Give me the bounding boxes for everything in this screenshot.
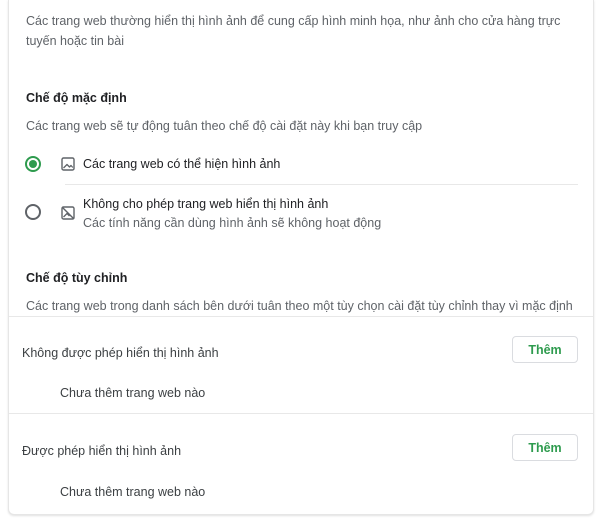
radio-button-unselected[interactable] bbox=[25, 204, 41, 220]
option-block-images-sublabel: Các tính năng cần dùng hình ảnh sẽ không… bbox=[83, 216, 382, 230]
radio-option-block-images[interactable]: Không cho phép trang web hiển thị hình ả… bbox=[25, 196, 577, 232]
custom-mode-subtitle: Các trang web trong danh sách bên dưới t… bbox=[26, 299, 573, 313]
add-allowed-site-button[interactable]: Thêm bbox=[512, 434, 578, 461]
default-mode-subtitle: Các trang web sẽ tự động tuân theo chế đ… bbox=[26, 119, 423, 133]
image-icon bbox=[61, 157, 75, 171]
blocked-list-label: Không được phép hiển thị hình ảnh bbox=[22, 346, 219, 360]
option-show-images-label: Các trang web có thể hiện hình ảnh bbox=[83, 157, 281, 171]
option-block-images-label: Không cho phép trang web hiển thị hình ả… bbox=[83, 197, 329, 211]
add-blocked-site-button[interactable]: Thêm bbox=[512, 336, 578, 363]
blocked-list-empty-text: Chưa thêm trang web nào bbox=[60, 386, 206, 400]
option-divider bbox=[65, 184, 578, 185]
list-divider bbox=[9, 413, 593, 414]
radio-button-selected[interactable] bbox=[25, 156, 41, 172]
section-divider bbox=[9, 316, 593, 317]
images-settings-card: Các trang web thường hiển thị hình ảnh đ… bbox=[8, 0, 594, 515]
settings-page: Các trang web thường hiển thị hình ảnh đ… bbox=[0, 0, 600, 523]
radio-option-show-images[interactable]: Các trang web có thể hiện hình ảnh bbox=[25, 155, 577, 173]
custom-mode-title: Chế độ tùy chỉnh bbox=[26, 271, 128, 285]
intro-description: Các trang web thường hiển thị hình ảnh đ… bbox=[26, 14, 561, 48]
default-mode-title: Chế độ mặc định bbox=[26, 91, 127, 105]
allowed-list-label: Được phép hiển thị hình ảnh bbox=[22, 444, 182, 458]
allowed-list-empty-text: Chưa thêm trang web nào bbox=[60, 485, 206, 499]
image-off-icon bbox=[61, 206, 75, 220]
